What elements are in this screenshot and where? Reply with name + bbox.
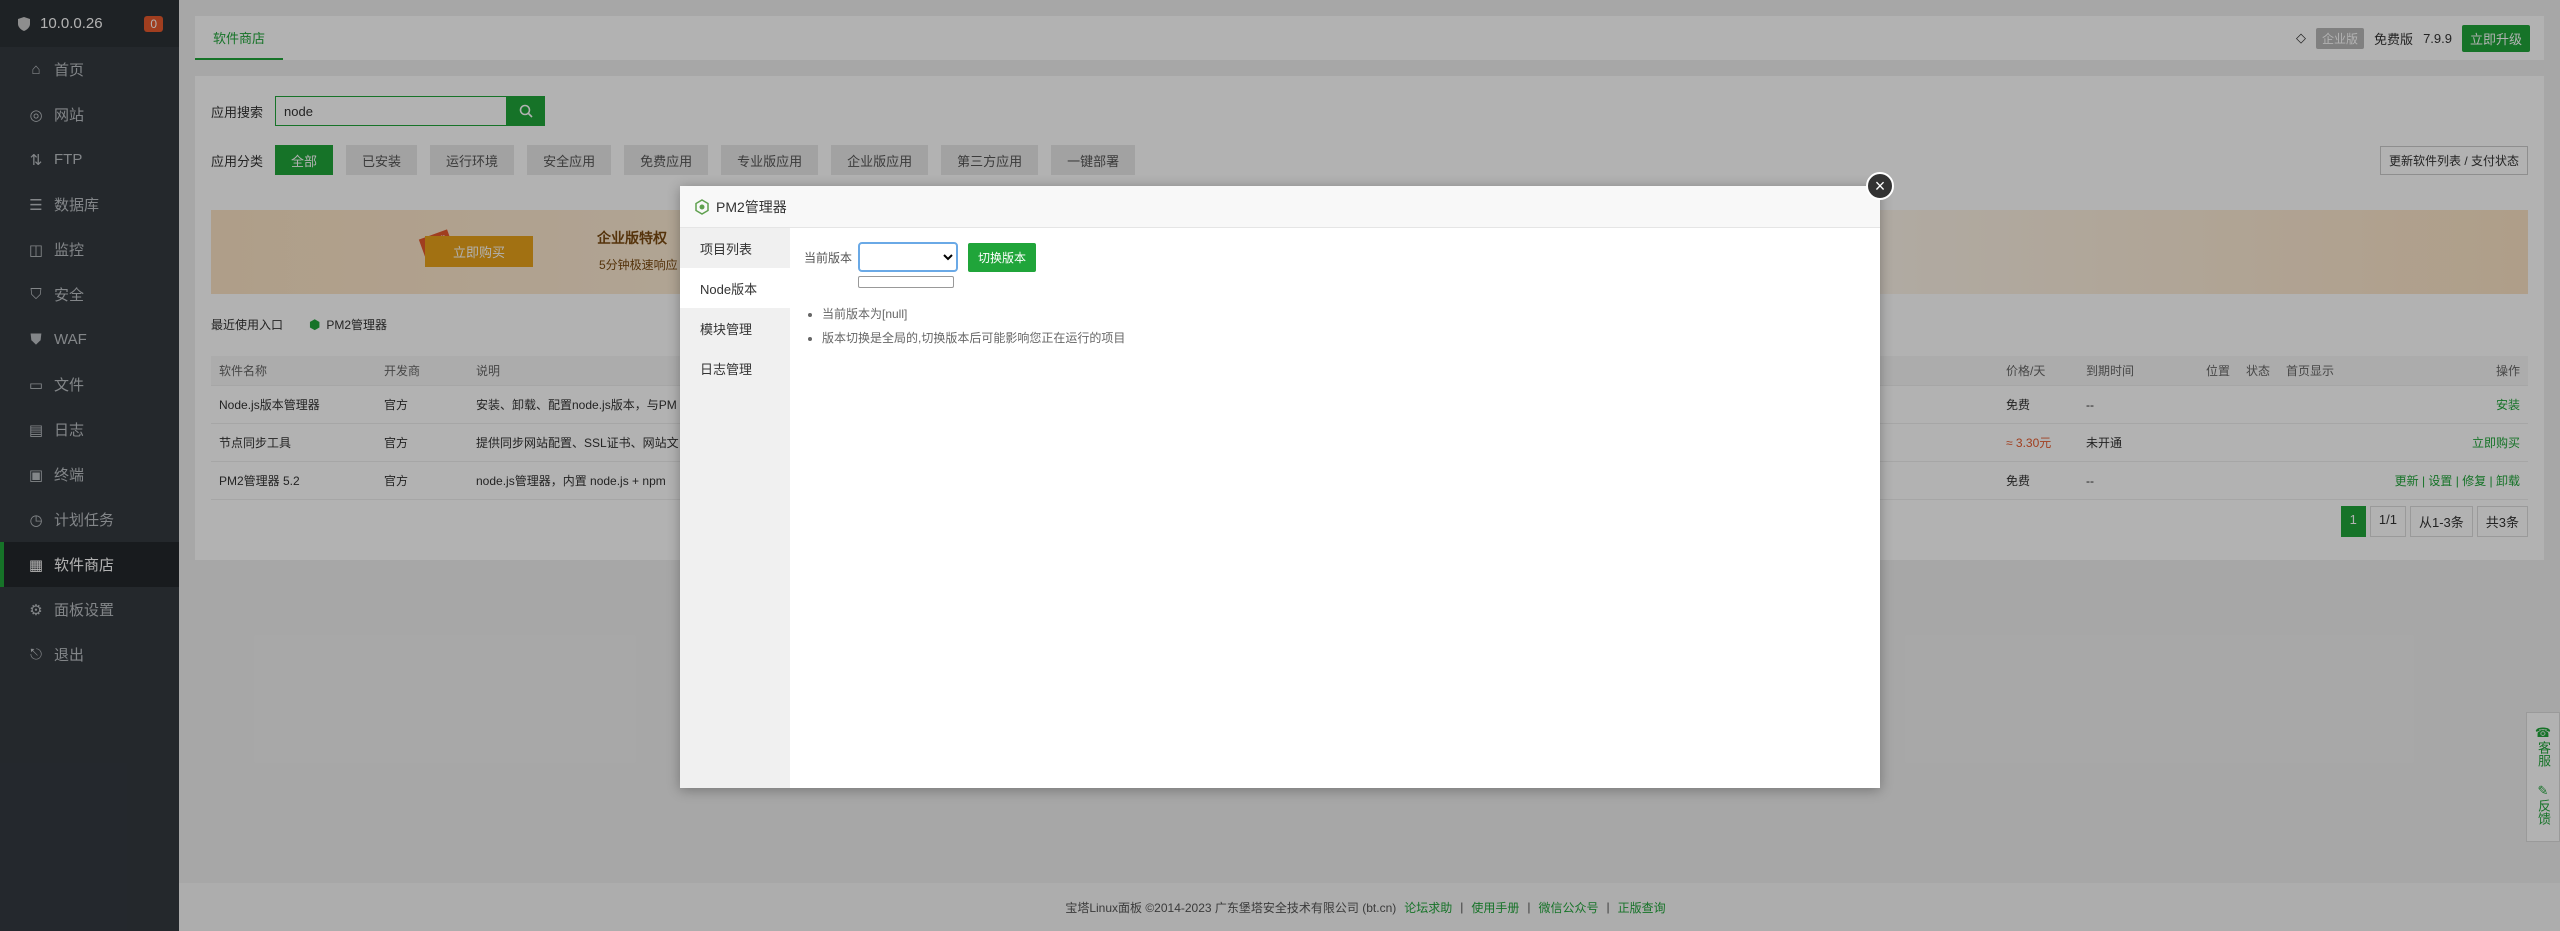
current-version-label: 当前版本 [804, 250, 853, 265]
modal-body: 当前版本 切换版本 当前版本为[null] 版本切换是全局的,切换版本后可能影响… [790, 228, 1880, 788]
node-version-select[interactable] [858, 242, 959, 272]
close-icon: × [1874, 176, 1886, 196]
pm2-logo-icon [695, 198, 709, 215]
switch-version-button[interactable]: 切换版本 [968, 242, 1037, 272]
modal-title: PM2管理器 [716, 198, 787, 215]
modal-menu-item[interactable]: Node版本 [680, 268, 790, 308]
tips-list: 当前版本为[null] 版本切换是全局的,切换版本后可能影响您正在运行的项目 [804, 302, 1866, 350]
modal-side-menu: 项目列表 Node版本 模块管理 日志管理 [680, 228, 790, 788]
modal-menu-item[interactable]: 日志管理 [680, 348, 790, 388]
tip-item: 当前版本为[null] [822, 302, 1866, 326]
modal-close-button[interactable]: × [1866, 172, 1894, 200]
modal-menu-item[interactable]: 项目列表 [680, 228, 790, 268]
version-dropdown-list[interactable] [858, 276, 954, 288]
pm2-modal: PM2管理器 × 项目列表Node版本模块管理日志管理 当前版本 切换版本 当前… [680, 172, 1894, 788]
tip-item: 版本切换是全局的,切换版本后可能影响您正在运行的项目 [822, 326, 1866, 350]
modal-header: PM2管理器 [680, 186, 1880, 228]
modal-menu-item[interactable]: 模块管理 [680, 308, 790, 348]
